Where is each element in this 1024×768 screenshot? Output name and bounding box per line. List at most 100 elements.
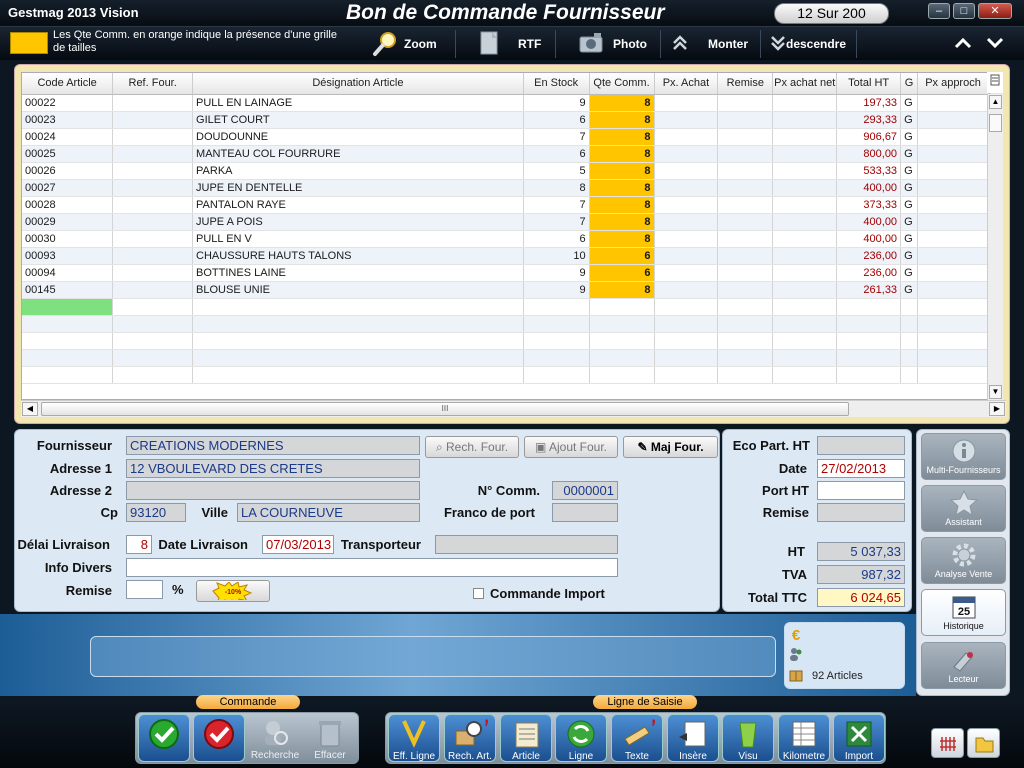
column-header[interactable]: Px. Achat <box>654 73 719 95</box>
photo-icon[interactable] <box>578 29 606 57</box>
cell-total-ht[interactable]: 293,33 <box>836 111 902 129</box>
table-row[interactable]: 00025 MANTEAU COL FOURRURE 6 8 800,00 G <box>22 145 989 163</box>
cell-ref[interactable] <box>112 281 194 299</box>
scroll-left-arrow[interactable]: ◀ <box>22 402 38 416</box>
cell-g[interactable]: G <box>900 247 919 265</box>
cell-stock[interactable]: 6 <box>523 145 590 163</box>
table-row[interactable]: 00093 CHAUSSURE HAUTS TALONS 10 6 236,00 G <box>22 247 989 265</box>
cell-stock[interactable]: 9 <box>523 281 590 299</box>
cell-stock[interactable]: 7 <box>523 213 590 231</box>
cell-designation[interactable]: MANTEAU COL FOURRURE <box>192 145 524 163</box>
cell-code[interactable]: 00027 <box>22 179 114 197</box>
table-row[interactable]: 00024 DOUDOUNNE 7 8 906,67 G <box>22 128 989 146</box>
cell-ref[interactable] <box>112 128 194 146</box>
cell-g[interactable]: G <box>900 213 919 231</box>
cell-px-net[interactable] <box>772 94 838 112</box>
cell-ref[interactable] <box>112 179 194 197</box>
cell-px-net[interactable] <box>772 281 838 299</box>
cell-code[interactable]: 00093 <box>22 247 114 265</box>
cell-px-app[interactable] <box>917 162 989 180</box>
analyse-vente-button[interactable]: Analyse Vente <box>921 537 1006 584</box>
cell-code[interactable] <box>22 349 114 367</box>
cell-qte[interactable] <box>589 298 655 316</box>
transporteur-field[interactable] <box>435 535 618 554</box>
cell-qte[interactable]: 8 <box>589 128 655 146</box>
cell-ref[interactable] <box>112 366 194 384</box>
cell-px-app[interactable] <box>917 247 989 265</box>
cell-total-ht[interactable]: 197,33 <box>836 94 902 112</box>
cell-stock[interactable]: 6 <box>523 111 590 129</box>
assistant-button[interactable]: Assistant <box>921 485 1006 532</box>
cell-px-app[interactable] <box>917 111 989 129</box>
cell-g[interactable]: G <box>900 230 919 248</box>
cell-designation[interactable] <box>192 349 524 367</box>
cell-px-net[interactable] <box>772 196 838 214</box>
photo-button[interactable]: Photo <box>613 37 647 51</box>
cell-px-achat[interactable] <box>654 111 719 129</box>
cell-ref[interactable] <box>112 111 194 129</box>
cell-px-app[interactable] <box>917 94 989 112</box>
table-row[interactable]: 00145 BLOUSE UNIE 9 8 261,33 G <box>22 281 989 299</box>
cell-ref[interactable] <box>112 264 194 282</box>
cell-qte[interactable]: 8 <box>589 94 655 112</box>
info-field[interactable] <box>126 558 618 577</box>
cell-designation[interactable]: PULL EN V <box>192 230 524 248</box>
cell-total-ht[interactable] <box>836 349 902 367</box>
cell-px-achat[interactable] <box>654 366 719 384</box>
kilometre-button[interactable]: Kilometre <box>778 714 830 762</box>
cell-qte[interactable]: 8 <box>589 111 655 129</box>
cell-remise[interactable] <box>717 162 774 180</box>
cell-code[interactable] <box>22 298 114 316</box>
rtf-icon[interactable] <box>476 29 504 57</box>
cell-designation[interactable]: BOTTINES LAINE <box>192 264 524 282</box>
cell-total-ht[interactable] <box>836 298 902 316</box>
cell-remise[interactable] <box>717 179 774 197</box>
cell-designation[interactable]: DOUDOUNNE <box>192 128 524 146</box>
remise-field[interactable] <box>126 580 163 599</box>
cell-total-ht[interactable]: 261,33 <box>836 281 902 299</box>
cell-code[interactable] <box>22 332 114 350</box>
cell-qte[interactable]: 8 <box>589 196 655 214</box>
scroll-right-arrow[interactable]: ▶ <box>989 402 1005 416</box>
cell-px-achat[interactable] <box>654 145 719 163</box>
cell-ref[interactable] <box>112 247 194 265</box>
cell-stock[interactable]: 8 <box>523 179 590 197</box>
cell-g[interactable]: G <box>900 179 919 197</box>
hscroll-thumb[interactable]: III <box>41 402 849 416</box>
cell-code[interactable]: 00094 <box>22 264 114 282</box>
cell-remise[interactable] <box>717 94 774 112</box>
adresse2-field[interactable] <box>126 481 420 500</box>
cell-total-ht[interactable]: 400,00 <box>836 179 902 197</box>
cell-stock[interactable]: 10 <box>523 247 590 265</box>
column-header[interactable]: En Stock <box>523 73 590 95</box>
cell-designation[interactable]: BLOUSE UNIE <box>192 281 524 299</box>
maj-four-button[interactable]: ✎ Maj Four. <box>623 436 718 458</box>
column-header[interactable]: Qte Comm. <box>589 73 655 95</box>
cell-px-achat[interactable] <box>654 179 719 197</box>
cp-field[interactable]: 93120 <box>126 503 186 522</box>
cell-px-achat[interactable] <box>654 162 719 180</box>
cell-code[interactable]: 00024 <box>22 128 114 146</box>
cell-qte[interactable] <box>589 315 655 333</box>
chevron-down-icon[interactable] <box>986 36 1004 50</box>
table-row[interactable]: 00030 PULL EN V 6 8 400,00 G <box>22 230 989 248</box>
cell-px-app[interactable] <box>917 298 989 316</box>
cell-qte[interactable]: 8 <box>589 213 655 231</box>
column-picker-icon[interactable] <box>987 72 1003 93</box>
cell-qte[interactable]: 8 <box>589 179 655 197</box>
cell-px-achat[interactable] <box>654 332 719 350</box>
zoom-button[interactable]: Zoom <box>404 37 437 51</box>
franco-field[interactable] <box>552 503 618 522</box>
cell-designation[interactable] <box>192 366 524 384</box>
cell-remise[interactable] <box>717 230 774 248</box>
column-header[interactable]: Total HT <box>836 73 902 95</box>
vertical-scrollbar[interactable]: ▲ ▼ <box>987 94 1003 400</box>
eff-ligne-button[interactable]: Eff. Ligne <box>388 714 440 762</box>
cell-stock[interactable] <box>523 366 590 384</box>
date-livraison-field[interactable]: 07/03/2013 <box>262 535 334 554</box>
cell-g[interactable]: G <box>900 145 919 163</box>
cell-code[interactable]: 00030 <box>22 230 114 248</box>
cell-g[interactable]: G <box>900 264 919 282</box>
cell-g[interactable]: G <box>900 111 919 129</box>
cell-total-ht[interactable] <box>836 366 902 384</box>
